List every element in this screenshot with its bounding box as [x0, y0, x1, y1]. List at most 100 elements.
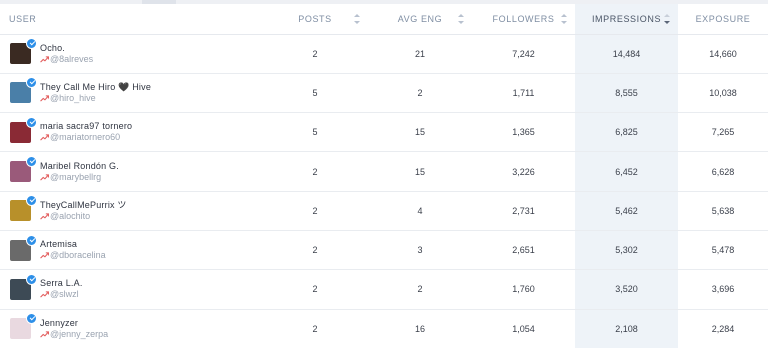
posts-cell: 2	[262, 269, 368, 310]
twitter-verified-icon	[26, 313, 37, 325]
followers-cell: 1,760	[472, 269, 575, 310]
table-row[interactable]: They Call Me Hiro 🖤 Hive @hiro_hive 5 2 1,71…	[0, 73, 768, 114]
avatar[interactable]	[10, 156, 37, 183]
user-handle[interactable]: @8alreves	[50, 54, 93, 65]
impressions-cell: 6,452	[575, 151, 678, 192]
trend-up-icon	[40, 213, 49, 220]
impressions-cell: 2,108	[575, 309, 678, 348]
trend-up-icon	[40, 252, 49, 259]
column-header-user: USER	[0, 4, 262, 35]
user-name[interactable]: Jennyzer	[40, 318, 108, 329]
trend-up-icon	[40, 173, 49, 181]
twitter-verified-icon	[26, 195, 37, 207]
trend-up-icon	[40, 55, 49, 63]
avatar[interactable]	[10, 273, 37, 300]
sort-desc-icon[interactable]	[664, 14, 670, 24]
impressions-cell: 14,484	[575, 34, 678, 74]
twitter-verified-icon	[26, 273, 37, 285]
posts-cell: 5	[262, 112, 368, 153]
table-row[interactable]: maria sacra97 tornero @mariatornero60 5 15 1…	[0, 112, 768, 153]
table-header-row: USER POSTS AVG ENG FOLLOWERS IMPRESSIONS…	[0, 4, 768, 35]
user-cell[interactable]: Ocho. @8alreves	[0, 34, 262, 74]
sort-icon[interactable]	[354, 14, 360, 24]
followers-cell: 1,711	[472, 73, 575, 114]
table-row[interactable]: TheyCallMePurrix ツ @alochito 2 4 2,731 5,462 5…	[0, 191, 768, 231]
avatar[interactable]	[10, 116, 37, 143]
exposure-cell: 14,660	[678, 34, 768, 74]
exposure-cell: 6,628	[678, 151, 768, 192]
user-handle[interactable]: @dboracelina	[50, 250, 106, 261]
user-handle[interactable]: @hiro_hive	[50, 93, 96, 104]
user-handle[interactable]: @alochito	[50, 211, 90, 222]
user-cell[interactable]: Maribel Rondón G. @marybellrg	[0, 151, 262, 192]
trend-up-icon	[40, 331, 49, 338]
column-header-posts[interactable]: POSTS	[262, 4, 368, 35]
twitter-verified-icon	[26, 116, 37, 128]
followers-cell: 7,242	[472, 34, 575, 74]
exposure-cell: 5,638	[678, 191, 768, 231]
user-name[interactable]: TheyCallMePurrix ツ	[40, 200, 127, 211]
user-cell[interactable]: TheyCallMePurrix ツ @alochito	[0, 191, 262, 231]
avatar[interactable]	[10, 77, 37, 104]
user-handle[interactable]: @slwzl	[50, 289, 79, 300]
followers-cell: 3,226	[472, 151, 575, 192]
posts-cell: 2	[262, 191, 368, 231]
user-handle[interactable]: @jenny_zerpa	[50, 329, 108, 340]
avg-eng-cell: 21	[368, 34, 472, 74]
influencer-table: USER POSTS AVG ENG FOLLOWERS IMPRESSIONS…	[0, 4, 768, 348]
sort-icon[interactable]	[458, 14, 464, 24]
column-header-impressions-label: IMPRESSIONS	[591, 13, 662, 24]
impressions-cell: 5,462	[575, 191, 678, 231]
impressions-cell: 8,555	[575, 73, 678, 114]
twitter-verified-icon	[26, 77, 37, 89]
trend-up-icon	[40, 291, 49, 298]
table-row[interactable]: Serra L.A. @slwzl 2 2 1,760 3,520 3,696	[0, 269, 768, 310]
user-name[interactable]: They Call Me Hiro 🖤 Hive	[40, 82, 151, 93]
avatar[interactable]	[10, 195, 37, 222]
user-cell[interactable]: They Call Me Hiro 🖤 Hive @hiro_hive	[0, 73, 262, 114]
user-name[interactable]: Ocho.	[40, 43, 93, 54]
avg-eng-cell: 3	[368, 230, 472, 271]
avatar[interactable]	[10, 234, 37, 261]
column-header-avg-eng[interactable]: AVG ENG	[368, 4, 472, 35]
user-name[interactable]: Maribel Rondón G.	[40, 161, 119, 172]
exposure-cell: 3,696	[678, 269, 768, 310]
exposure-cell: 10,038	[678, 73, 768, 114]
impressions-cell: 3,520	[575, 269, 678, 310]
twitter-verified-icon	[26, 234, 37, 246]
user-cell[interactable]: Jennyzer @jenny_zerpa	[0, 309, 262, 348]
followers-cell: 2,651	[472, 230, 575, 271]
column-header-exposure-label: EXPOSURE	[695, 13, 751, 24]
posts-cell: 5	[262, 73, 368, 114]
avatar[interactable]	[10, 38, 37, 65]
user-cell[interactable]: maria sacra97 tornero @mariatornero60	[0, 112, 262, 153]
exposure-cell: 5,478	[678, 230, 768, 271]
user-name[interactable]: maria sacra97 tornero	[40, 121, 132, 132]
user-cell[interactable]: Serra L.A. @slwzl	[0, 269, 262, 310]
user-name[interactable]: Artemisa	[40, 239, 106, 250]
table-row[interactable]: Artemisa @dboracelina 2 3 2,651 5,302 5,478	[0, 230, 768, 271]
column-header-exposure[interactable]: EXPOSURE	[678, 4, 768, 35]
posts-cell: 2	[262, 34, 368, 74]
user-handle[interactable]: @mariatornero60	[50, 132, 120, 143]
user-cell[interactable]: Artemisa @dboracelina	[0, 230, 262, 271]
column-header-impressions[interactable]: IMPRESSIONS	[575, 4, 678, 35]
column-header-posts-label: POSTS	[298, 13, 332, 24]
user-name[interactable]: Serra L.A.	[40, 278, 83, 289]
avg-eng-cell: 16	[368, 309, 472, 348]
avg-eng-cell: 2	[368, 73, 472, 114]
twitter-verified-icon	[26, 38, 37, 50]
exposure-cell: 7,265	[678, 112, 768, 153]
column-header-avg-eng-label: AVG ENG	[397, 13, 443, 24]
avatar[interactable]	[10, 313, 37, 340]
avg-eng-cell: 15	[368, 112, 472, 153]
table-row[interactable]: Maribel Rondón G. @marybellrg 2 15 3,226 6,45…	[0, 151, 768, 192]
table-row[interactable]: Jennyzer @jenny_zerpa 2 16 1,054 2,108 2,284	[0, 309, 768, 348]
table-row[interactable]: Ocho. @8alreves 2 21 7,242 14,484 14,660	[0, 34, 768, 74]
impressions-cell: 6,825	[575, 112, 678, 153]
avg-eng-cell: 15	[368, 151, 472, 192]
sort-icon[interactable]	[561, 14, 567, 24]
user-handle[interactable]: @marybellrg	[50, 172, 101, 183]
impressions-cell: 5,302	[575, 230, 678, 271]
column-header-followers[interactable]: FOLLOWERS	[472, 4, 575, 35]
